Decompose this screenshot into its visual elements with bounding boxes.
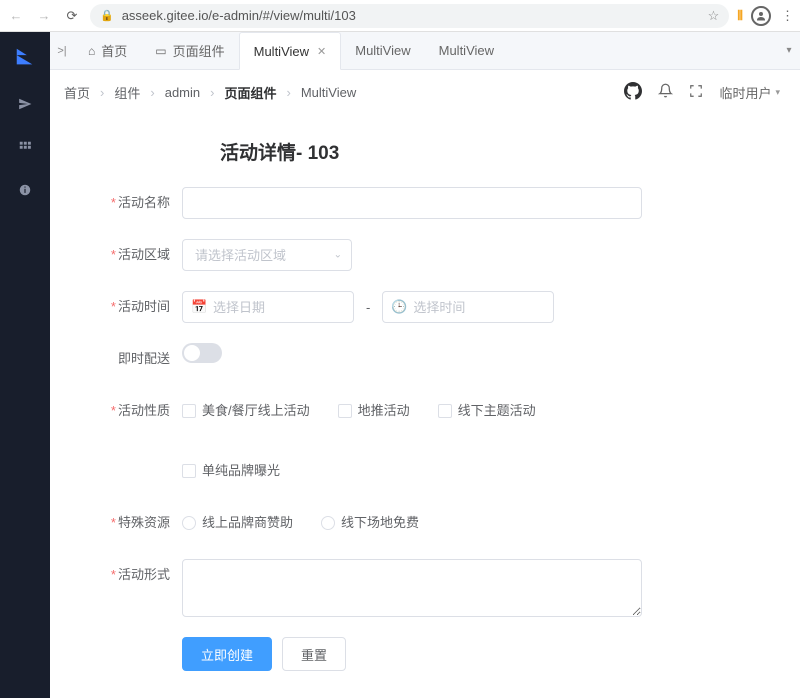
row-name: *活动名称 xyxy=(110,187,670,219)
forward-icon[interactable]: → xyxy=(34,8,54,23)
reload-icon[interactable]: ⟳ xyxy=(62,8,82,24)
row-resource: *特殊资源 线上品牌商赞助 线下场地免费 xyxy=(110,507,670,539)
checkbox-nature-3[interactable]: 单纯品牌曝光 xyxy=(182,455,280,487)
label-nature: 活动性质 xyxy=(118,403,170,418)
label-resource: 特殊资源 xyxy=(118,515,170,530)
logo-icon[interactable] xyxy=(14,46,36,71)
nav-grid-icon[interactable] xyxy=(18,140,32,157)
app-sidebar xyxy=(0,32,50,698)
tab-label: 首页 xyxy=(101,41,127,60)
url-bar[interactable]: 🔒 asseek.gitee.io/e-admin/#/view/multi/1… xyxy=(90,4,729,28)
delivery-switch[interactable] xyxy=(182,343,222,363)
row-actions: 立即创建 重置 xyxy=(110,637,670,671)
tab-multiview-active[interactable]: MultiView ✕ xyxy=(239,32,342,70)
row-nature: *活动性质 美食/餐厅线上活动 地推活动 线下主题活动 单纯品牌曝光 xyxy=(110,395,670,487)
menu-icon[interactable]: ⋮ xyxy=(781,8,794,24)
collapse-sidebar-icon[interactable]: >| xyxy=(50,32,74,69)
user-label: 临时用户 xyxy=(719,83,771,102)
radio-resource-1[interactable]: 线下场地免费 xyxy=(321,507,419,539)
nav-info-icon[interactable] xyxy=(18,183,32,200)
crumb-item: MultiView xyxy=(301,85,356,100)
desc-textarea[interactable] xyxy=(182,559,642,617)
chevron-down-icon: ⌄ xyxy=(334,250,342,261)
page-icon: ▭ xyxy=(155,44,166,58)
row-time: *活动时间 📅 - 🕒 xyxy=(110,291,670,323)
tabs-dropdown-icon[interactable]: ▾ xyxy=(778,32,800,69)
range-dash: - xyxy=(364,300,372,315)
tab-label: MultiView xyxy=(439,43,494,58)
reset-button[interactable]: 重置 xyxy=(282,637,346,671)
label-delivery: 即时配送 xyxy=(118,351,170,366)
name-input[interactable] xyxy=(182,187,642,219)
clock-icon: 🕒 xyxy=(391,299,407,315)
crumb-item[interactable]: 首页 xyxy=(64,83,90,102)
profile-icon[interactable] xyxy=(751,6,771,26)
checkbox-nature-1[interactable]: 地推活动 xyxy=(338,395,410,427)
activity-form: *活动名称 *活动区域 ⌄ *活动时间 xyxy=(110,187,670,671)
checkbox-nature-0[interactable]: 美食/餐厅线上活动 xyxy=(182,395,310,427)
submit-button[interactable]: 立即创建 xyxy=(182,637,272,671)
row-desc: *活动形式 xyxy=(110,559,670,617)
star-icon[interactable]: ☆ xyxy=(708,8,720,24)
bell-icon[interactable] xyxy=(658,83,673,101)
time-input[interactable] xyxy=(382,291,554,323)
page-title: 活动详情- 103 xyxy=(220,138,800,165)
region-select[interactable] xyxy=(182,239,352,271)
close-icon[interactable]: ✕ xyxy=(317,45,326,58)
tab-multiview-3[interactable]: MultiView xyxy=(425,32,508,69)
breadcrumb: 首页› 组件› admin› 页面组件› MultiView xyxy=(64,83,356,102)
nav-send-icon[interactable] xyxy=(18,97,32,114)
extension-icon[interactable]: ⦀ xyxy=(737,8,741,24)
tab-label: 页面组件 xyxy=(173,41,225,60)
radio-resource-0[interactable]: 线上品牌商赞助 xyxy=(182,507,293,539)
tab-strip: >| ⌂ 首页 ▭ 页面组件 MultiView ✕ MultiView Mul… xyxy=(50,32,800,70)
tab-home[interactable]: ⌂ 首页 xyxy=(74,32,141,69)
label-name: 活动名称 xyxy=(118,195,170,210)
row-region: *活动区域 ⌄ xyxy=(110,239,670,271)
row-delivery: 即时配送 xyxy=(110,343,670,375)
label-region: 活动区域 xyxy=(118,247,170,262)
tab-label: MultiView xyxy=(355,43,410,58)
label-time: 活动时间 xyxy=(118,299,170,314)
tab-multiview-2[interactable]: MultiView xyxy=(341,32,424,69)
fullscreen-icon[interactable] xyxy=(689,84,703,101)
url-text: asseek.gitee.io/e-admin/#/view/multi/103 xyxy=(122,8,356,23)
crumb-item[interactable]: 组件 xyxy=(114,83,140,102)
content-area: 活动详情- 103 *活动名称 *活动区域 ⌄ *活 xyxy=(50,114,800,698)
user-menu[interactable]: 临时用户 ▾ xyxy=(719,83,780,102)
browser-toolbar: ← → ⟳ 🔒 asseek.gitee.io/e-admin/#/view/m… xyxy=(0,0,800,32)
calendar-icon: 📅 xyxy=(191,299,207,315)
lock-icon: 🔒 xyxy=(100,9,114,22)
tab-label: MultiView xyxy=(254,44,309,59)
checkbox-nature-2[interactable]: 线下主题活动 xyxy=(438,395,536,427)
crumb-item[interactable]: 页面组件 xyxy=(224,83,276,102)
home-icon: ⌂ xyxy=(88,44,95,58)
tab-page-components[interactable]: ▭ 页面组件 xyxy=(141,32,238,69)
crumb-item[interactable]: admin xyxy=(165,85,200,100)
github-icon[interactable] xyxy=(624,82,642,103)
date-input[interactable] xyxy=(182,291,354,323)
chevron-down-icon: ▾ xyxy=(775,87,780,98)
header-row: 首页› 组件› admin› 页面组件› MultiView 临时用户 ▾ xyxy=(50,70,800,114)
label-desc: 活动形式 xyxy=(118,567,170,582)
back-icon[interactable]: ← xyxy=(6,8,26,23)
